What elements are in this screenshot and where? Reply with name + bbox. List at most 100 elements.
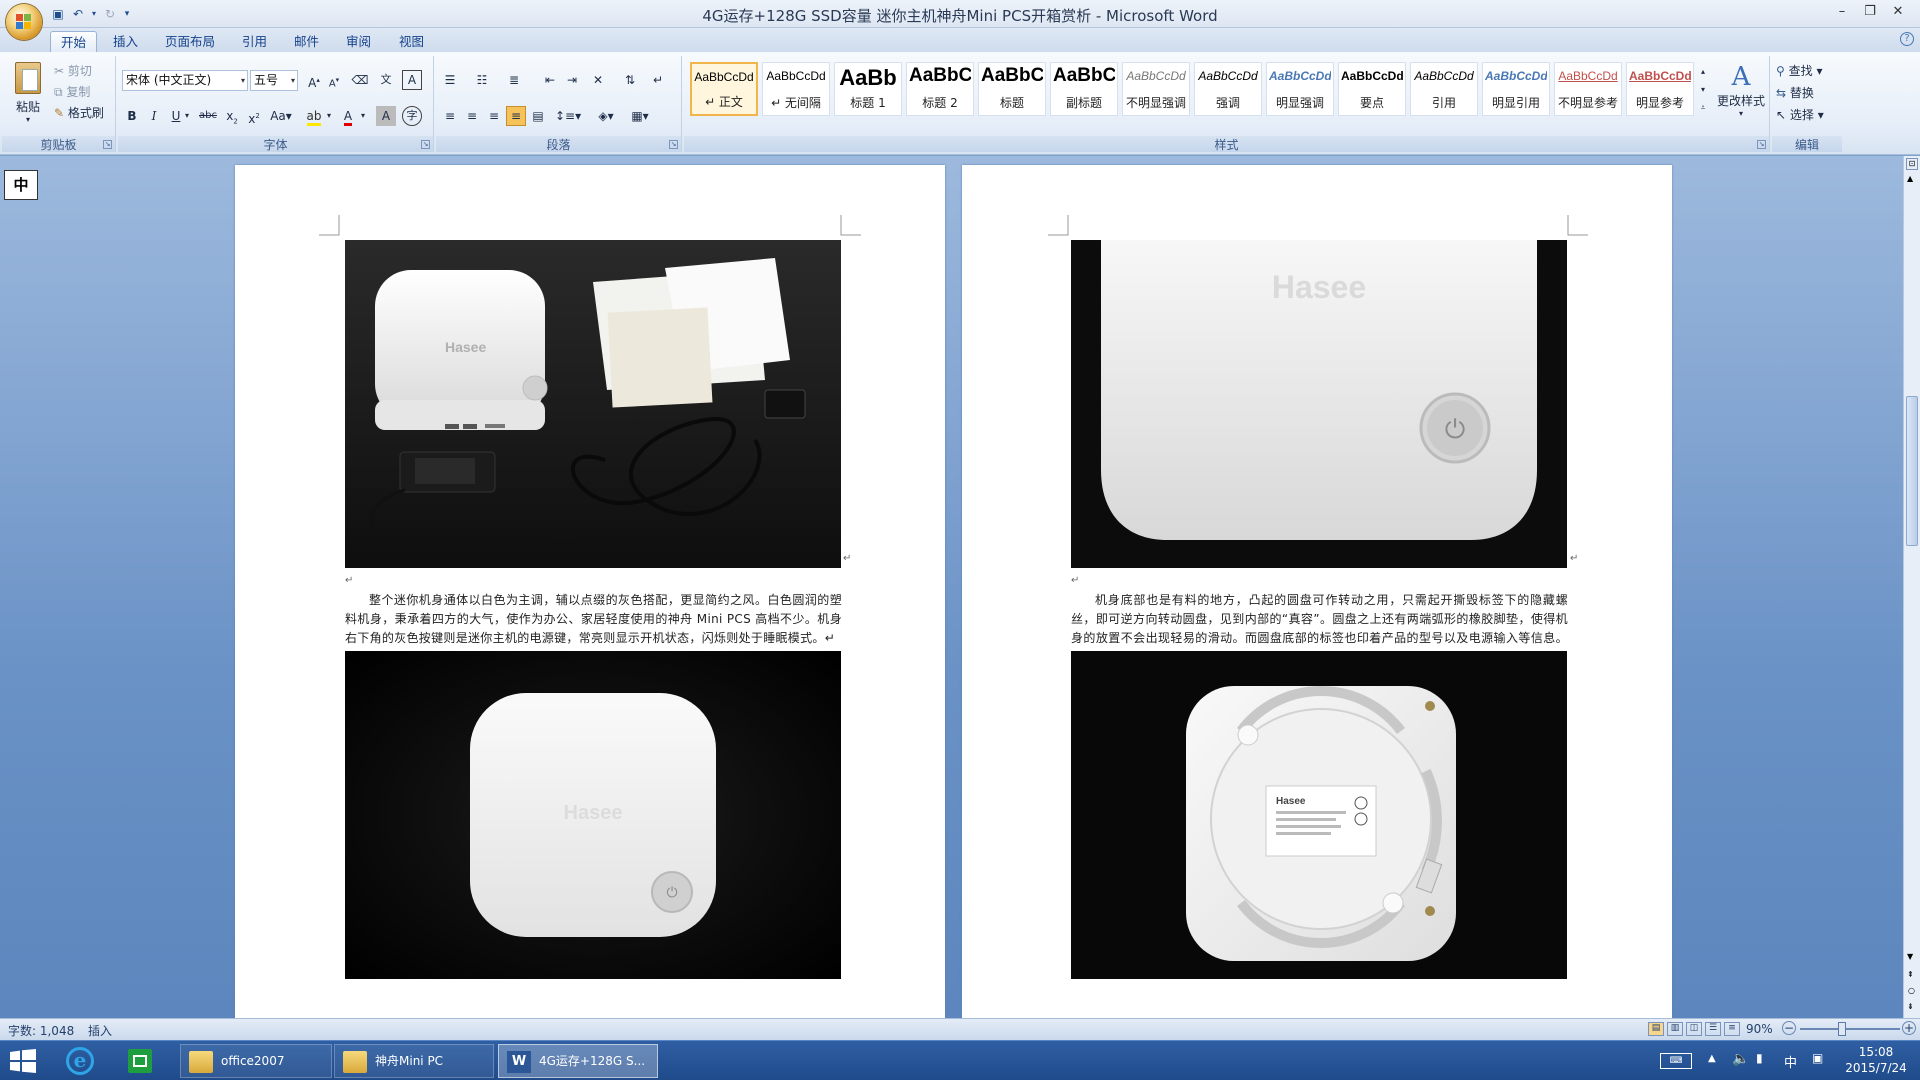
increase-indent-icon[interactable]: ⇥ <box>562 70 582 90</box>
tab-page-layout[interactable]: 页面布局 <box>155 31 225 52</box>
find-button[interactable]: ⚲ 查找 ▾ <box>1776 62 1822 79</box>
numbering-icon[interactable]: ☷ <box>472 70 492 90</box>
zoom-in-icon[interactable]: + <box>1902 1021 1916 1035</box>
ruler-toggle-icon[interactable]: ⊡ <box>1906 158 1918 170</box>
shrink-font-icon[interactable]: A▾ <box>324 70 344 90</box>
line-spacing-icon[interactable]: ↕≡▾ <box>554 106 582 126</box>
font-name-combo[interactable]: 宋体 (中文正文) ▾ <box>122 70 248 91</box>
shading-icon[interactable]: ◈▾ <box>592 106 620 126</box>
taskbar-item-mini-pc-folder[interactable]: 神舟Mini PC <box>334 1044 494 1078</box>
font-size-combo[interactable]: 五号 ▾ <box>250 70 298 91</box>
zoom-level[interactable]: 90% <box>1746 1022 1773 1036</box>
keyboard-icon[interactable]: ⌨ <box>1660 1053 1692 1069</box>
style-tile[interactable]: AaBbCcDd 要点 <box>1338 62 1406 116</box>
zoom-slider-thumb[interactable] <box>1838 1022 1846 1036</box>
tab-home[interactable]: 开始 <box>50 31 98 52</box>
cut-button[interactable]: ✂ 剪切 <box>54 62 92 79</box>
font-color-icon[interactable]: A <box>338 106 358 126</box>
outline-view-icon[interactable]: ☰ <box>1705 1022 1721 1036</box>
strikethrough-icon[interactable]: abc <box>198 106 218 126</box>
multilevel-list-icon[interactable]: ≣ <box>504 70 524 90</box>
restore-button[interactable]: ❐ <box>1856 2 1884 22</box>
align-right-icon[interactable]: ≡ <box>484 106 504 126</box>
tab-view[interactable]: 视图 <box>389 31 434 52</box>
grow-font-icon[interactable]: A▴ <box>304 70 324 90</box>
highlight-dropdown-icon[interactable]: ▾ <box>324 106 334 126</box>
distributed-icon[interactable]: ▤ <box>528 106 548 126</box>
network-icon[interactable]: ▮ <box>1756 1051 1763 1065</box>
superscript-icon[interactable]: x2 <box>244 106 264 126</box>
browse-object-icon[interactable]: ○ <box>1908 986 1915 995</box>
borders-icon[interactable]: ▦▾ <box>626 106 654 126</box>
bold-icon[interactable]: B <box>122 106 142 126</box>
style-tile[interactable]: AaBbC 标题 <box>978 62 1046 116</box>
tab-mailings[interactable]: 邮件 <box>284 31 329 52</box>
tab-review[interactable]: 审阅 <box>336 31 381 52</box>
chinese-layout-icon[interactable]: ✕ <box>588 70 608 90</box>
windows-start-icon[interactable] <box>10 1049 36 1073</box>
align-left-icon[interactable]: ≡ <box>440 106 460 126</box>
phonetic-guide-icon[interactable]: 文 <box>376 70 396 90</box>
document-page-right[interactable]: ⏻ Hasee ↵ ↵ 机身底部也是有料的地方，凸起的圆盘可作转动之用，只需起开… <box>962 165 1672 1018</box>
style-tile[interactable]: AaBbCcDd ↵ 正文 <box>690 62 758 116</box>
justify-icon[interactable]: ≡ <box>506 106 526 126</box>
styles-launcher-icon[interactable]: ↘ <box>1757 140 1766 149</box>
subscript-icon[interactable]: x2 <box>222 106 242 126</box>
style-tile[interactable]: AaBbCcDd 引用 <box>1410 62 1478 116</box>
sort-icon[interactable]: ⇅ <box>620 70 640 90</box>
scroll-down-icon[interactable]: ▼ <box>1907 952 1913 961</box>
previous-page-icon[interactable]: ⇞ <box>1907 970 1914 979</box>
character-border-icon[interactable]: A <box>402 70 422 90</box>
style-tile[interactable]: AaBbCcDd 明显参考 <box>1626 62 1694 116</box>
italic-icon[interactable]: I <box>144 106 164 126</box>
style-tile[interactable]: AaBbC 标题 2 <box>906 62 974 116</box>
character-shading-icon[interactable]: A <box>376 106 396 126</box>
store-icon[interactable] <box>128 1049 152 1073</box>
change-case-icon[interactable]: Aa▾ <box>268 106 294 126</box>
copy-button[interactable]: ⧉ 复制 <box>54 83 90 100</box>
gallery-up-icon[interactable]: ▴ <box>1696 62 1710 80</box>
body-paragraph-left[interactable]: 整个迷你机身通体以白色为主调，辅以点缀的灰色搭配，更显简约之风。白色圆润的塑料机… <box>345 591 842 648</box>
show-hidden-icons-icon[interactable]: ▲ <box>1708 1053 1716 1064</box>
highlight-icon[interactable]: ab <box>304 106 324 126</box>
font-launcher-icon[interactable]: ↘ <box>421 140 430 149</box>
taskbar-item-office2007[interactable]: office2007 <box>180 1044 332 1078</box>
paragraph-launcher-icon[interactable]: ↘ <box>669 140 678 149</box>
zoom-slider[interactable] <box>1800 1028 1900 1030</box>
full-screen-reading-view-icon[interactable]: ▥ <box>1667 1022 1683 1036</box>
font-color-dropdown-icon[interactable]: ▾ <box>358 106 368 126</box>
gallery-down-icon[interactable]: ▾ <box>1696 80 1710 98</box>
volume-muted-icon[interactable]: 🔈 <box>1732 1051 1749 1067</box>
bullets-icon[interactable]: ☰ <box>440 70 460 90</box>
replace-button[interactable]: ⇆ 替换 <box>1776 84 1814 101</box>
zoom-out-icon[interactable]: − <box>1782 1021 1796 1035</box>
next-page-icon[interactable]: ⇟ <box>1907 1002 1914 1011</box>
office-button[interactable] <box>6 4 42 40</box>
format-painter-button[interactable]: ✎ 格式刷 <box>54 104 104 121</box>
tab-insert[interactable]: 插入 <box>103 31 148 52</box>
align-center-icon[interactable]: ≡ <box>462 106 482 126</box>
style-tile[interactable]: AaBb 标题 1 <box>834 62 902 116</box>
help-icon[interactable]: ? <box>1900 32 1914 46</box>
close-button[interactable]: ✕ <box>1884 2 1912 22</box>
style-tile[interactable]: AaBbCcDd 强调 <box>1194 62 1262 116</box>
clipboard-launcher-icon[interactable]: ↘ <box>103 140 112 149</box>
underline-dropdown-icon[interactable]: ▾ <box>182 106 192 126</box>
style-tile[interactable]: AaBbC 副标题 <box>1050 62 1118 116</box>
style-tile[interactable]: AaBbCcDd 明显强调 <box>1266 62 1334 116</box>
clear-format-icon[interactable]: ⌫ <box>350 70 370 90</box>
ime-tray-indicator[interactable]: 中 <box>1784 1052 1797 1071</box>
change-styles-button[interactable]: A 更改样式 ▾ <box>1714 62 1768 118</box>
decrease-indent-icon[interactable]: ⇤ <box>540 70 560 90</box>
enclose-characters-icon[interactable]: 字 <box>402 106 422 126</box>
minimize-button[interactable]: – <box>1828 2 1856 22</box>
tab-references[interactable]: 引用 <box>232 31 277 52</box>
show-marks-icon[interactable]: ↵ <box>648 70 668 90</box>
word-count[interactable]: 字数: 1,048 <box>8 1022 74 1039</box>
document-page-left[interactable]: Hasee ↵ ↵ 整个迷你机身通体以白色为主调，辅以点缀的灰色搭配，更显简约之… <box>235 165 945 1018</box>
style-tile[interactable]: AaBbCcDd 明显引用 <box>1482 62 1550 116</box>
vertical-scrollbar[interactable]: ⊡ ▲ ▼ ⇞ ○ ⇟ <box>1903 156 1920 1018</box>
action-center-icon[interactable]: ▣ <box>1812 1051 1823 1065</box>
taskbar-item-word-document[interactable]: W 4G运存+128G S... <box>498 1044 658 1078</box>
ime-indicator[interactable]: 中 <box>4 170 38 200</box>
